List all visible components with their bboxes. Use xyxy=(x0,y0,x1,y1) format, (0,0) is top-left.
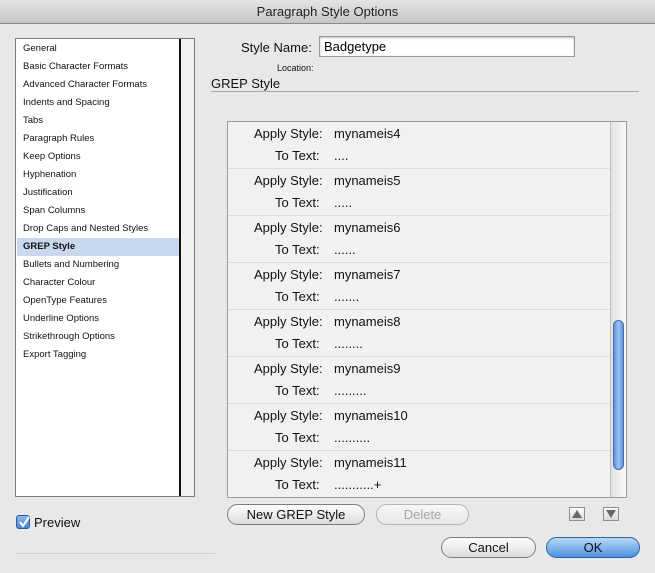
to-text-label: To Text: xyxy=(275,289,320,304)
grep-list-scrollbar[interactable] xyxy=(610,122,626,497)
apply-style-value[interactable]: mynameis9 xyxy=(334,361,400,376)
location-label: Location: xyxy=(277,63,314,73)
to-text-label: To Text: xyxy=(275,195,320,210)
sidebar-item[interactable]: Tabs xyxy=(17,112,179,130)
category-list-scrollbar[interactable] xyxy=(179,39,194,496)
apply-style-value[interactable]: mynameis11 xyxy=(334,455,407,470)
to-text-label: To Text: xyxy=(275,430,320,445)
grep-style-row[interactable]: Apply Style: mynameis11 To Text:..........… xyxy=(228,451,610,497)
to-text-label: To Text: xyxy=(275,148,320,163)
section-divider xyxy=(211,91,639,92)
new-grep-style-button[interactable]: New GREP Style xyxy=(227,504,365,525)
to-text-value[interactable]: ......... xyxy=(334,383,367,398)
style-name-label: Style Name: xyxy=(241,40,312,55)
style-name-input[interactable]: Badgetype xyxy=(319,36,575,57)
cancel-button[interactable]: Cancel xyxy=(441,537,536,558)
delete-grep-style-button[interactable]: Delete xyxy=(376,504,469,525)
apply-style-label: Apply Style: xyxy=(254,173,323,188)
triangle-up-icon xyxy=(572,510,582,518)
grep-style-list[interactable]: Apply Style: mynameis4 To Text:.... Apply S… xyxy=(227,121,627,498)
ok-button[interactable]: OK xyxy=(546,537,640,558)
sidebar-item[interactable]: GREP Style xyxy=(17,238,179,256)
grep-style-row[interactable]: Apply Style: mynameis6 To Text:...... xyxy=(228,216,610,263)
sidebar-item[interactable]: Underline Options xyxy=(17,310,179,328)
apply-style-value[interactable]: mynameis7 xyxy=(334,267,400,282)
grep-style-row[interactable]: Apply Style: mynameis10 To Text:.......... xyxy=(228,404,610,451)
sidebar-item[interactable]: Basic Character Formats xyxy=(17,58,179,76)
apply-style-value[interactable]: mynameis4 xyxy=(334,126,400,141)
apply-style-value[interactable]: mynameis6 xyxy=(334,220,400,235)
apply-style-label: Apply Style: xyxy=(254,455,323,470)
preview-checkbox[interactable] xyxy=(16,515,30,529)
apply-style-value[interactable]: mynameis5 xyxy=(334,173,400,188)
sidebar-item[interactable]: General xyxy=(17,40,179,58)
grep-list-scroll-thumb[interactable] xyxy=(613,320,624,470)
triangle-down-icon xyxy=(606,510,616,518)
to-text-value[interactable]: ....... xyxy=(334,289,359,304)
move-down-button[interactable] xyxy=(603,507,619,521)
grep-style-row[interactable]: Apply Style: mynameis9 To Text:......... xyxy=(228,357,610,404)
to-text-value[interactable]: ........ xyxy=(334,336,363,351)
sidebar-item[interactable]: Drop Caps and Nested Styles xyxy=(17,220,179,238)
sidebar-item[interactable]: Keep Options xyxy=(17,148,179,166)
section-title: GREP Style xyxy=(211,76,281,91)
sidebar-item[interactable]: Export Tagging xyxy=(17,346,179,364)
footer-divider xyxy=(15,553,215,554)
sidebar-item[interactable]: Hyphenation xyxy=(17,166,179,184)
to-text-value[interactable]: ...........+ xyxy=(334,477,381,492)
sidebar-item[interactable]: Span Columns xyxy=(17,202,179,220)
apply-style-value[interactable]: mynameis8 xyxy=(334,314,400,329)
move-up-button[interactable] xyxy=(569,507,585,521)
sidebar-item[interactable]: OpenType Features xyxy=(17,292,179,310)
apply-style-label: Apply Style: xyxy=(254,220,323,235)
to-text-value[interactable]: ..... xyxy=(334,195,352,210)
checkmark-icon xyxy=(19,516,30,528)
sidebar-item[interactable]: Advanced Character Formats xyxy=(17,76,179,94)
category-list[interactable]: General Basic Character Formats Advanced C… xyxy=(15,38,195,497)
window-title: Paragraph Style Options xyxy=(0,0,655,24)
to-text-label: To Text: xyxy=(275,383,320,398)
grep-style-row[interactable]: Apply Style: mynameis7 To Text:....... xyxy=(228,263,610,310)
grep-style-row[interactable]: Apply Style: mynameis5 To Text:..... xyxy=(228,169,610,216)
apply-style-label: Apply Style: xyxy=(254,267,323,282)
to-text-label: To Text: xyxy=(275,477,320,492)
apply-style-label: Apply Style: xyxy=(254,314,323,329)
to-text-value[interactable]: .......... xyxy=(334,430,370,445)
sidebar-item[interactable]: Justification xyxy=(17,184,179,202)
sidebar-item[interactable]: Character Colour xyxy=(17,274,179,292)
preview-label: Preview xyxy=(34,515,81,530)
sidebar-item[interactable]: Strikethrough Options xyxy=(17,328,179,346)
grep-style-row[interactable]: Apply Style: mynameis4 To Text:.... xyxy=(228,122,610,169)
to-text-value[interactable]: ...... xyxy=(334,242,356,257)
sidebar-item[interactable]: Bullets and Numbering xyxy=(17,256,179,274)
to-text-value[interactable]: .... xyxy=(334,148,348,163)
grep-style-row[interactable]: Apply Style: mynameis8 To Text:........ xyxy=(228,310,610,357)
apply-style-value[interactable]: mynameis10 xyxy=(334,408,408,423)
to-text-label: To Text: xyxy=(275,336,320,351)
apply-style-label: Apply Style: xyxy=(254,126,323,141)
to-text-label: To Text: xyxy=(275,242,320,257)
sidebar-item[interactable]: Paragraph Rules xyxy=(17,130,179,148)
sidebar-item[interactable]: Indents and Spacing xyxy=(17,94,179,112)
apply-style-label: Apply Style: xyxy=(254,361,323,376)
apply-style-label: Apply Style: xyxy=(254,408,323,423)
